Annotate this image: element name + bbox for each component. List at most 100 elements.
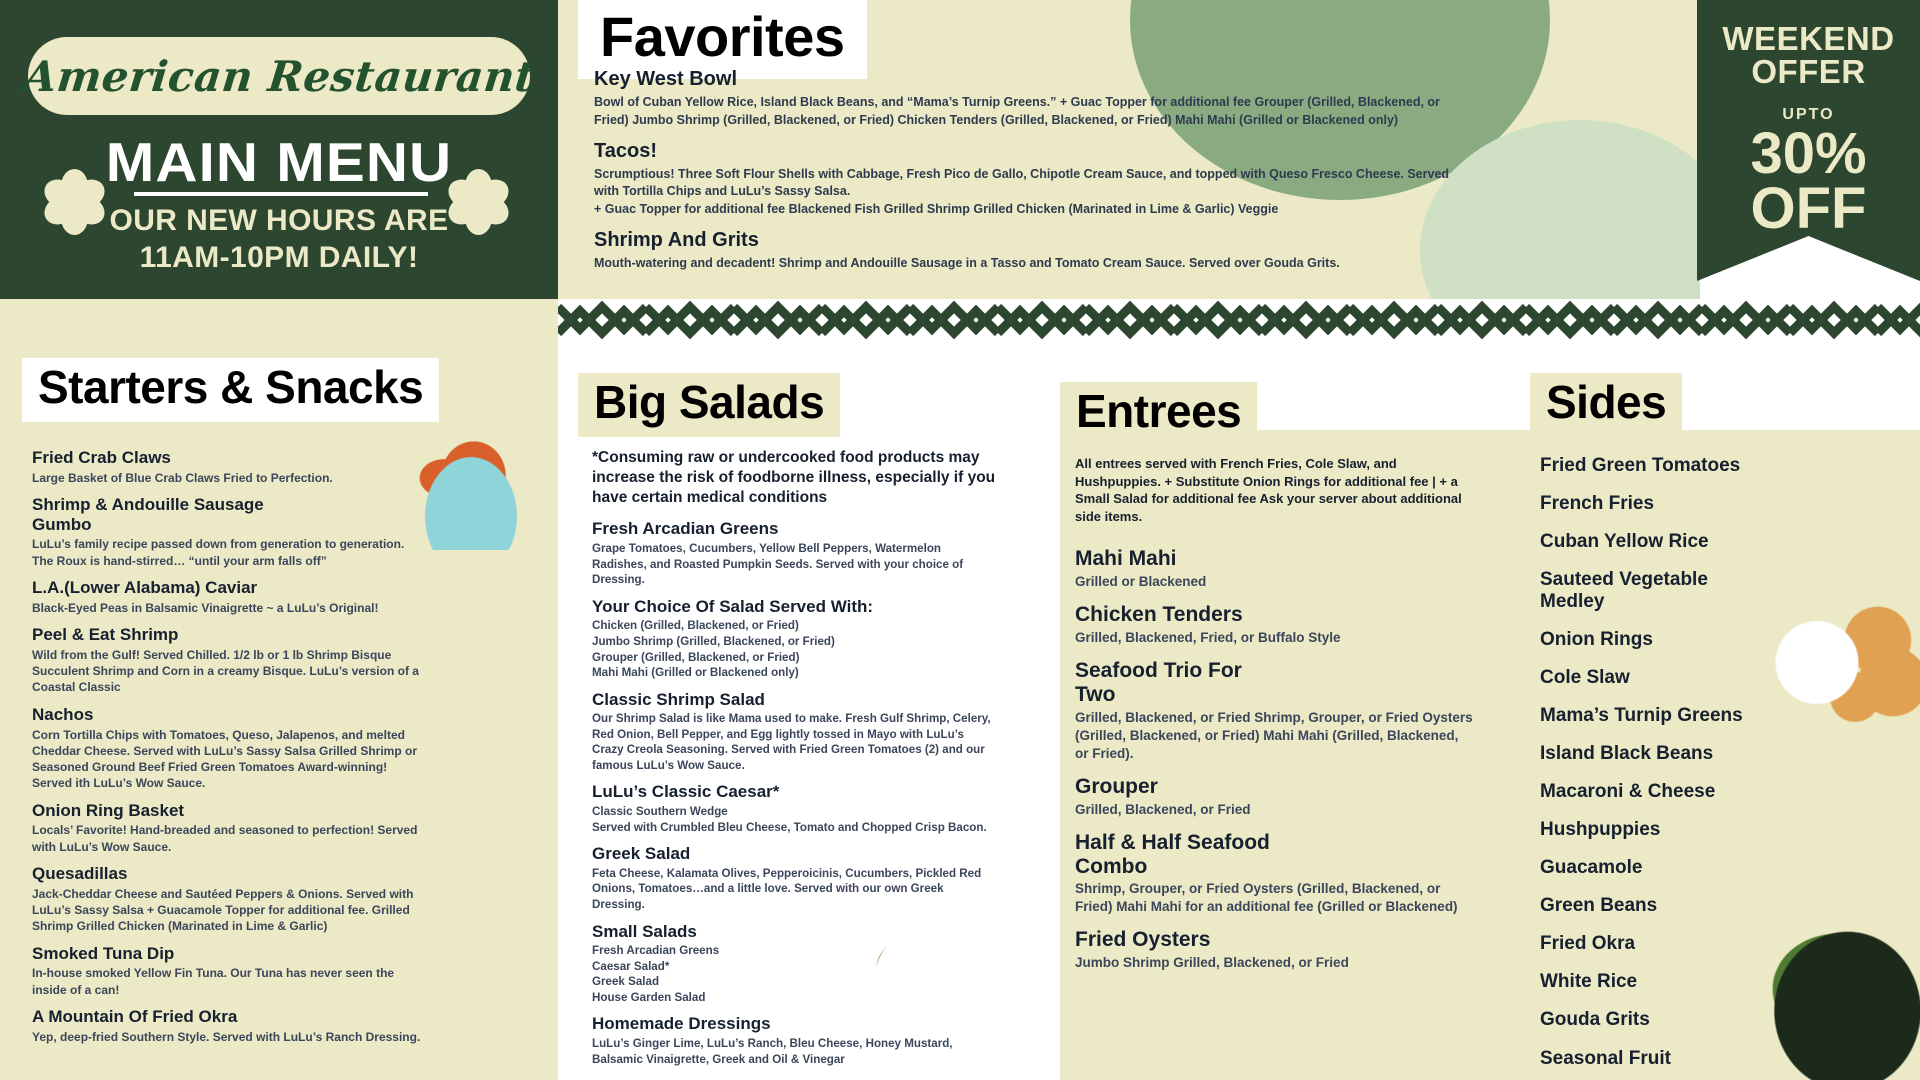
menu-page: American Restaurant MAIN MENU OUR NEW HO… bbox=[0, 0, 1920, 1080]
menu-item-desc: Jack-Cheddar Cheese and Sautéed Peppers … bbox=[32, 886, 414, 934]
menu-item-desc: Corn Tortilla Chips with Tomatoes, Queso… bbox=[32, 727, 418, 791]
menu-item-desc: Locals’ Favorite! Hand-breaded and seaso… bbox=[32, 823, 418, 854]
menu-item: Fresh Arcadian Greens Grape Tomatoes, Cu… bbox=[592, 519, 997, 587]
side-item: French Fries bbox=[1540, 493, 1655, 515]
menu-item: A Mountain Of Fried Okra Yep, deep-fried… bbox=[32, 1007, 427, 1045]
menu-item-desc: Our Shrimp Salad is like Mama used to ma… bbox=[592, 712, 991, 772]
menu-item-name: Quesadillas bbox=[32, 864, 128, 884]
menu-item-name: Greek Salad bbox=[592, 844, 691, 864]
menu-item: Shrimp & Andouille Sausage Gumbo LuLu’s … bbox=[32, 495, 427, 569]
salads-disclaimer: *Consuming raw or undercooked food produ… bbox=[592, 449, 996, 507]
menu-item: Classic Shrimp Salad Our Shrimp Salad is… bbox=[592, 690, 997, 774]
favorites-item: Key West Bowl Bowl of Cuban Yellow Rice,… bbox=[594, 68, 1454, 130]
menu-item-name: Chicken Tenders bbox=[1075, 603, 1243, 627]
menu-item-desc: Fresh Arcadian Greens Caesar Salad* Gree… bbox=[592, 944, 720, 1004]
menu-item: Seafood Trio For Two Grilled, Blackened,… bbox=[1075, 659, 1475, 763]
menu-item: Greek Salad Feta Cheese, Kalamata Olives… bbox=[592, 844, 997, 912]
menu-item-desc: Shrimp, Grouper, or Fried Oysters (Grill… bbox=[1075, 881, 1458, 915]
menu-item-desc: LuLu’s Ginger Lime, LuLu’s Ranch, Bleu C… bbox=[592, 1037, 953, 1066]
offer-line-2: OFFER bbox=[1751, 53, 1866, 90]
side-item: Guacamole bbox=[1540, 857, 1643, 879]
menu-item-name: Fried Crab Claws bbox=[32, 448, 171, 467]
menu-item-name: Fresh Arcadian Greens bbox=[592, 519, 779, 539]
menu-item: Smoked Tuna Dip In-house smoked Yellow F… bbox=[32, 944, 427, 998]
side-item: Hushpuppies bbox=[1540, 819, 1661, 841]
menu-item-name: Onion Ring Basket bbox=[32, 800, 185, 820]
crab-claws-photo bbox=[404, 430, 538, 550]
hours-text: OUR NEW HOURS ARE 11AM-10PM DAILY! bbox=[70, 203, 488, 277]
side-item: Cuban Yellow Rice bbox=[1540, 531, 1709, 553]
offer-off-label: OFF bbox=[1750, 175, 1867, 241]
menu-item-name: Your Choice Of Salad Served With: bbox=[592, 596, 874, 616]
restaurant-name: American Restaurant bbox=[20, 51, 538, 101]
favorites-item-desc: Bowl of Cuban Yellow Rice, Island Black … bbox=[594, 95, 1440, 127]
menu-item-name: Peel & Eat Shrimp bbox=[32, 625, 179, 645]
favorites-list: Key West Bowl Bowl of Cuban Yellow Rice,… bbox=[594, 68, 1454, 283]
favorites-item: Tacos! Scrumptious! Three Soft Flour She… bbox=[594, 140, 1454, 219]
menu-item-name: Grouper bbox=[1075, 774, 1158, 798]
menu-item: Onion Ring Basket Locals’ Favorite! Hand… bbox=[32, 801, 427, 855]
menu-item-desc: Grilled, Blackened, or Fried bbox=[1075, 801, 1251, 817]
menu-item-desc: Large Basket of Blue Crab Claws Fried to… bbox=[32, 470, 333, 485]
menu-item: Fried Crab Claws Large Basket of Blue Cr… bbox=[32, 448, 427, 486]
favorites-item-desc: Mouth-watering and decadent! Shrimp and … bbox=[594, 255, 1340, 270]
menu-item-desc: Yep, deep-fried Southern Style. Served w… bbox=[32, 1029, 421, 1044]
menu-item-name: LuLu’s Classic Caesar* bbox=[592, 782, 780, 802]
favorites-item: Shrimp And Grits Mouth-watering and deca… bbox=[594, 229, 1454, 273]
side-item: Fried Green Tomatoes bbox=[1540, 455, 1741, 476]
side-item: Sauteed Vegetable Medley bbox=[1540, 569, 1708, 613]
favorites-item-name: Tacos! bbox=[594, 139, 657, 162]
braid-divider bbox=[558, 299, 1920, 345]
menu-item: Mahi Mahi Grilled or Blackened bbox=[1075, 547, 1475, 591]
menu-item-desc: In-house smoked Yellow Fin Tuna. Our Tun… bbox=[32, 966, 395, 997]
menu-item-name: A Mountain Of Fried Okra bbox=[32, 1007, 238, 1027]
onion-rings-photo bbox=[1760, 580, 1920, 730]
menu-item-desc: Classic Southern Wedge Served with Crumb… bbox=[592, 805, 987, 834]
menu-item: Your Choice Of Salad Served With: Chicke… bbox=[592, 597, 997, 681]
dot-icon bbox=[0, 70, 6, 82]
green-beans-photo bbox=[1745, 900, 1920, 1080]
menu-item: Fried Oysters Jumbo Shrimp Grilled, Blac… bbox=[1075, 928, 1475, 972]
salads-title: Big Salads bbox=[578, 373, 841, 437]
menu-item-desc: Grilled, Blackened, Fried, or Buffalo St… bbox=[1075, 630, 1341, 646]
menu-item-desc: Grilled or Blackened bbox=[1075, 574, 1207, 590]
greek-salad-photo bbox=[850, 905, 1010, 1025]
menu-item-desc: Black-Eyed Peas in Balsamic Vinaigrette … bbox=[32, 600, 379, 615]
sides-title: Sides bbox=[1530, 373, 1683, 437]
menu-item-name: Classic Shrimp Salad bbox=[592, 689, 765, 709]
menu-item: Peel & Eat Shrimp Wild from the Gulf! Se… bbox=[32, 625, 427, 696]
menu-item-desc: Wild from the Gulf! Served Chilled. 1/2 … bbox=[32, 647, 419, 695]
menu-item-name: L.A.(Lower Alabama) Caviar bbox=[32, 578, 258, 598]
favorites-item-desc: Scrumptious! Three Soft Flour Shells wit… bbox=[594, 166, 1450, 217]
hours-line-2: 11AM-10PM DAILY! bbox=[139, 240, 419, 274]
menu-item-name: Nachos bbox=[32, 704, 94, 724]
weekend-offer-badge: WEEKEND OFFER UPTO 30% OFF bbox=[1697, 0, 1920, 281]
brand-panel: American Restaurant MAIN MENU OUR NEW HO… bbox=[0, 0, 564, 299]
menu-item-desc: Jumbo Shrimp Grilled, Blackened, or Frie… bbox=[1075, 955, 1349, 971]
brand-strip bbox=[0, 299, 558, 345]
menu-item-desc: Grilled, Blackened, or Fried Shrimp, Gro… bbox=[1075, 709, 1473, 761]
offer-percent: 30% bbox=[1750, 120, 1867, 186]
menu-item-desc: Grape Tomatoes, Cucumbers, Yellow Bell P… bbox=[592, 542, 964, 587]
divider-rule bbox=[134, 192, 428, 196]
side-item: Macaroni & Cheese bbox=[1540, 781, 1716, 803]
menu-item-name: Mahi Mahi bbox=[1075, 547, 1177, 571]
entrees-list: All entrees served with French Fries, Co… bbox=[1075, 455, 1475, 984]
menu-item: Chicken Tenders Grilled, Blackened, Frie… bbox=[1075, 603, 1475, 647]
favorites-item-name: Shrimp And Grits bbox=[594, 228, 759, 251]
menu-item-name: Shrimp & Andouille Sausage Gumbo bbox=[32, 495, 264, 534]
favorites-item-name: Key West Bowl bbox=[594, 68, 737, 90]
menu-item-name: Fried Oysters bbox=[1075, 928, 1211, 952]
menu-item: Quesadillas Jack-Cheddar Cheese and Saut… bbox=[32, 864, 427, 935]
menu-item: LuLu’s Classic Caesar* Classic Southern … bbox=[592, 782, 997, 835]
menu-item: Grouper Grilled, Blackened, or Fried bbox=[1075, 775, 1475, 819]
offer-line-1: WEEKEND bbox=[1722, 20, 1895, 57]
menu-item-name: Seafood Trio For Two bbox=[1075, 658, 1242, 706]
entrees-note: All entrees served with French Fries, Co… bbox=[1075, 456, 1462, 524]
entrees-title: Entrees bbox=[1060, 382, 1258, 446]
menu-item-desc: LuLu’s family recipe passed down from ge… bbox=[32, 537, 405, 568]
menu-item-name: Smoked Tuna Dip bbox=[32, 943, 175, 963]
starters-list: Fried Crab Claws Large Basket of Blue Cr… bbox=[32, 448, 427, 1054]
hours-line-1: OUR NEW HOURS ARE bbox=[109, 204, 449, 237]
menu-item-name: Half & Half Seafood Combo bbox=[1075, 830, 1270, 878]
